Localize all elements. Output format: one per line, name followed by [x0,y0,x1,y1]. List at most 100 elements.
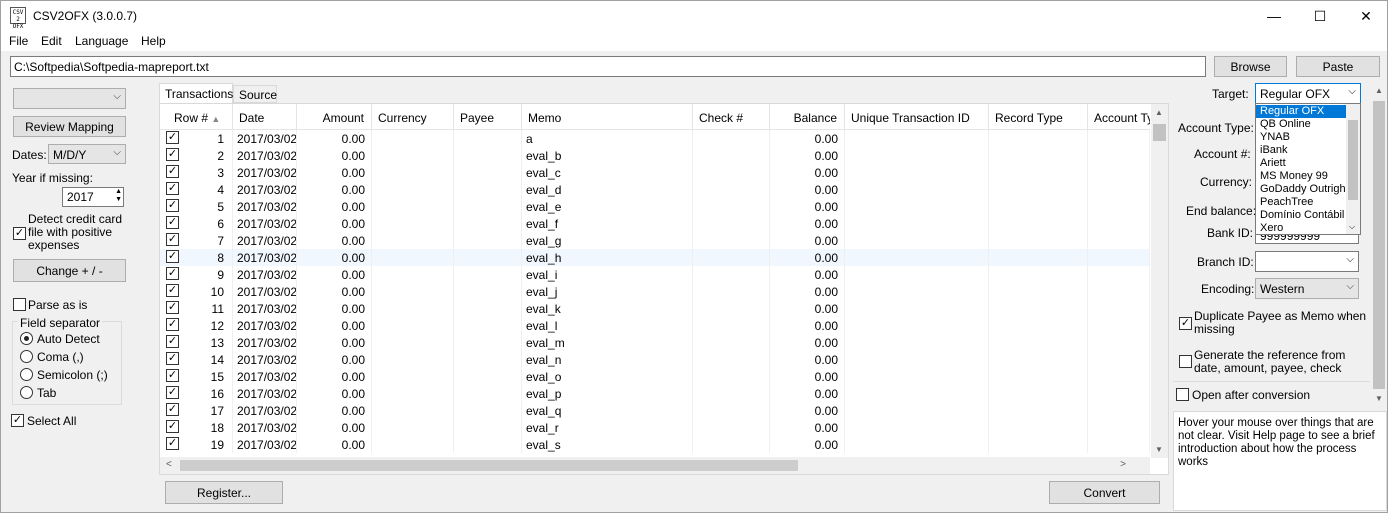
table-row[interactable]: ✓ 16 2017/03/02 0.00 eval_p 0.00 [160,385,1150,402]
col-account-type[interactable]: Account Ty [1088,104,1150,130]
cell-rtype[interactable] [989,147,1088,164]
cell-rtype[interactable] [989,249,1088,266]
cell-atype[interactable] [1088,198,1150,215]
cell-amount[interactable]: 0.00 [297,419,372,436]
dates-format-select[interactable]: M/D/Y ⌵ [48,144,126,164]
cell-balance[interactable]: 0.00 [770,351,845,368]
scroll-right-icon[interactable]: > [1120,459,1126,470]
cell-currency[interactable] [372,317,454,334]
cell-payee[interactable] [454,351,522,368]
bank-id-input[interactable]: 999999999 [1255,235,1359,244]
cell-rtype[interactable] [989,266,1088,283]
tab-transactions[interactable]: Transactions [159,83,233,104]
col-date[interactable]: Date [233,104,297,130]
scroll-down-icon[interactable]: ▼ [1155,445,1163,454]
spin-arrows-icon[interactable]: ▲ ▼ [115,188,122,204]
table-row[interactable]: ✓ 12 2017/03/02 0.00 eval_l 0.00 [160,317,1150,334]
cell-currency[interactable] [372,334,454,351]
cell-rtype[interactable] [989,351,1088,368]
cell-check[interactable] [693,232,770,249]
cell-currency[interactable] [372,181,454,198]
cell-atype[interactable] [1088,368,1150,385]
table-row[interactable]: ✓ 6 2017/03/02 0.00 eval_f 0.00 [160,215,1150,232]
cell-atype[interactable] [1088,164,1150,181]
cell-rtype[interactable] [989,198,1088,215]
row-checkbox[interactable]: ✓ [166,437,179,450]
cell-uid[interactable] [845,249,989,266]
cell-amount[interactable]: 0.00 [297,351,372,368]
scroll-down-icon[interactable]: ⌵ [1349,222,1355,232]
cell-currency[interactable] [372,164,454,181]
cell-payee[interactable] [454,147,522,164]
cell-uid[interactable] [845,266,989,283]
cell-date[interactable]: 2017/03/02 [233,249,297,266]
right-panel-scrollbar[interactable]: ▲ ▼ [1371,81,1387,407]
row-checkbox[interactable]: ✓ [166,216,179,229]
cell-date[interactable]: 2017/03/02 [233,385,297,402]
open-after-checkbox[interactable] [1176,388,1189,401]
menu-language[interactable]: Language [75,34,128,48]
cell-uid[interactable] [845,198,989,215]
cell-date[interactable]: 2017/03/02 [233,232,297,249]
cell-amount[interactable]: 0.00 [297,215,372,232]
cell-date[interactable]: 2017/03/02 [233,215,297,232]
close-button[interactable]: ✕ [1343,1,1388,31]
cell-currency[interactable] [372,215,454,232]
maximize-button[interactable]: ☐ [1297,1,1343,31]
cell-balance[interactable]: 0.00 [770,266,845,283]
cell-date[interactable]: 2017/03/02 [233,419,297,436]
target-option[interactable]: MS Money 99 [1256,170,1346,183]
cell-atype[interactable] [1088,334,1150,351]
table-row[interactable]: ✓ 10 2017/03/02 0.00 eval_j 0.00 [160,283,1150,300]
cell-date[interactable]: 2017/03/02 [233,147,297,164]
col-balance[interactable]: Balance [770,104,845,130]
radio-tab[interactable] [20,386,33,399]
table-row[interactable]: ✓ 11 2017/03/02 0.00 eval_k 0.00 [160,300,1150,317]
cell-memo[interactable]: eval_s [522,436,693,453]
cell-currency[interactable] [372,402,454,419]
cell-rtype[interactable] [989,130,1088,147]
cell-memo[interactable]: eval_b [522,147,693,164]
col-memo[interactable]: Memo [522,104,693,130]
file-path-input[interactable]: C:\Softpedia\Softpedia-mapreport.txt [10,56,1206,77]
cell-date[interactable]: 2017/03/02 [233,436,297,453]
parse-as-is-checkbox[interactable] [13,298,26,311]
table-row[interactable]: ✓ 1 2017/03/02 0.00 a 0.00 [160,130,1150,147]
row-checkbox[interactable]: ✓ [166,182,179,195]
cell-uid[interactable] [845,130,989,147]
cell-balance[interactable]: 0.00 [770,147,845,164]
table-row[interactable]: ✓ 9 2017/03/02 0.00 eval_i 0.00 [160,266,1150,283]
target-option[interactable]: Xero [1256,222,1346,235]
cell-balance[interactable]: 0.00 [770,317,845,334]
cell-memo[interactable]: eval_l [522,317,693,334]
cell-currency[interactable] [372,300,454,317]
row-checkbox[interactable]: ✓ [166,318,179,331]
dup-payee-checkbox[interactable]: ✓ [1179,317,1192,330]
review-mapping-button[interactable]: Review Mapping [13,116,126,137]
radio-semicolon[interactable] [20,368,33,381]
cell-balance[interactable]: 0.00 [770,300,845,317]
scroll-down-icon[interactable]: ▼ [1375,394,1383,403]
browse-button[interactable]: Browse [1214,56,1287,77]
cell-memo[interactable]: eval_h [522,249,693,266]
cell-payee[interactable] [454,317,522,334]
radio-auto-detect[interactable] [20,332,33,345]
table-row[interactable]: ✓ 2 2017/03/02 0.00 eval_b 0.00 [160,147,1150,164]
cell-amount[interactable]: 0.00 [297,300,372,317]
row-checkbox[interactable]: ✓ [166,352,179,365]
cell-uid[interactable] [845,215,989,232]
table-row[interactable]: ✓ 5 2017/03/02 0.00 eval_e 0.00 [160,198,1150,215]
cell-atype[interactable] [1088,351,1150,368]
cell-check[interactable] [693,249,770,266]
cell-currency[interactable] [372,283,454,300]
cell-payee[interactable] [454,436,522,453]
target-option[interactable]: Ariett [1256,157,1346,170]
radio-coma[interactable] [20,350,33,363]
cell-check[interactable] [693,198,770,215]
cell-currency[interactable] [372,232,454,249]
cell-memo[interactable]: eval_d [522,181,693,198]
row-checkbox[interactable]: ✓ [166,165,179,178]
cell-amount[interactable]: 0.00 [297,385,372,402]
cell-rtype[interactable] [989,181,1088,198]
row-checkbox[interactable]: ✓ [166,233,179,246]
